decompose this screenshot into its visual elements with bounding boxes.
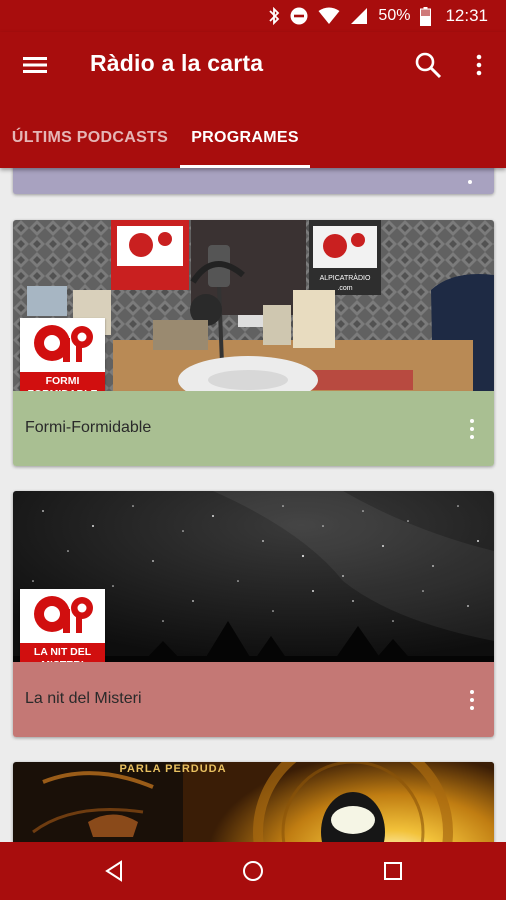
logo-mark-icon [34,596,93,633]
search-icon [415,52,442,79]
battery-icon [420,6,432,26]
recent-apps-icon [384,862,402,880]
program-image-golden: PARLA PERDUDA [13,762,494,842]
home-icon [243,861,263,881]
program-card[interactable]: ALPICATRÀDIO .com FORMI Formi-Formidable [13,220,494,466]
battery-percent: 50% [378,7,411,24]
do-not-disturb-icon [290,7,308,25]
logo-label: FORMI FORMIDABLE [20,372,105,391]
more-vert-icon [470,690,474,710]
status-icons: 50% 12:31 [268,5,488,27]
menu-button[interactable] [14,46,56,84]
logo-label: LA NIT DEL MISTERI [20,643,105,662]
more-vert-icon [470,419,474,439]
program-logo: LA NIT DEL MISTERI [20,589,105,662]
program-title: La nit del Misteri [25,690,142,707]
tab-programs[interactable]: PROGRAMES [180,108,310,168]
tab-latest-podcasts[interactable]: ÚLTIMS PODCASTS [0,108,180,168]
studio-banner-url: .com [337,285,352,292]
program-title: Formi-Formidable [25,419,152,436]
more-vert-icon [476,54,482,76]
page-title: Ràdio a la carta [90,50,264,76]
wifi-icon [318,7,340,25]
program-card[interactable]: LA NIT DEL MISTERI La nit del Misteri [13,491,494,737]
recent-apps-button[interactable] [368,850,418,892]
system-nav-bar [0,842,506,900]
menu-icon [23,57,47,73]
program-card-partial[interactable] [13,168,494,194]
more-options-button[interactable] [464,46,494,84]
clock: 12:31 [445,6,488,25]
tab-bar: ÚLTIMS PODCASTS PROGRAMES [0,108,506,168]
card-footer: Formi-Formidable [13,391,494,466]
app-bar: Ràdio a la carta ÚLTIMS PODCASTS PROGRAM… [0,32,506,168]
tab-indicator [180,165,310,168]
cell-signal-icon [350,7,368,25]
banner-text: PARLA PERDUDA [119,763,226,775]
back-button[interactable] [89,850,139,892]
search-button[interactable] [408,46,448,84]
card-more-button[interactable] [468,180,472,184]
card-footer: La nit del Misteri [13,662,494,737]
card-more-button[interactable] [462,686,482,714]
program-image-studio: ALPICATRÀDIO .com FORMI [13,220,494,391]
program-image-night-sky: LA NIT DEL MISTERI [13,491,494,662]
back-icon [105,860,122,882]
program-logo: FORMI FORMIDABLE [20,318,105,391]
program-card[interactable]: PARLA PERDUDA [13,762,494,842]
card-more-button[interactable] [462,415,482,443]
studio-banner-text: ALPICATRÀDIO [320,273,371,282]
logo-mark-icon [34,325,93,362]
home-button[interactable] [228,850,278,892]
bluetooth-icon [268,7,280,25]
status-bar: 50% 12:31 [0,0,506,32]
programs-list[interactable]: ALPICATRÀDIO .com FORMI Formi-Formidable… [0,168,506,842]
